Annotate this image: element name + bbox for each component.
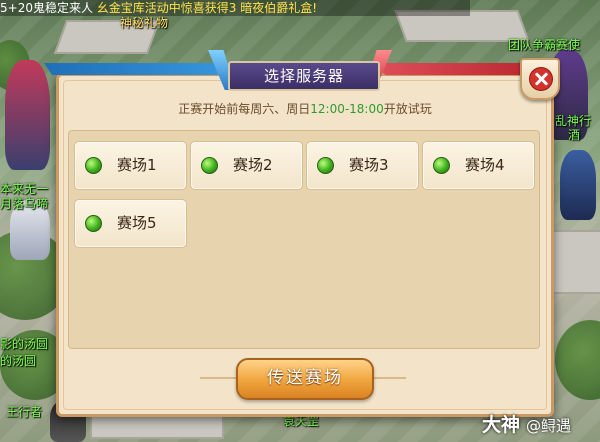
notice-time: 12:00-18:00 xyxy=(310,102,384,116)
ticker-event-2: 暗夜伯爵礼盒! xyxy=(240,1,318,15)
server-label: 赛场2 xyxy=(233,156,273,174)
player-name: 王行者 xyxy=(6,405,43,419)
player-character[interactable] xyxy=(560,150,596,220)
status-online-icon xyxy=(433,157,450,174)
player-character[interactable] xyxy=(5,60,50,170)
server-label: 赛场4 xyxy=(465,156,505,174)
status-online-icon xyxy=(85,157,102,174)
server-label: 赛场3 xyxy=(349,156,389,174)
watermark-brand: 大神 xyxy=(482,414,521,436)
close-button[interactable] xyxy=(520,58,560,100)
server-option-1[interactable]: 赛场1 xyxy=(74,141,187,190)
watermark: 大神 @鲟遇 xyxy=(482,410,571,437)
title-banner-right xyxy=(372,63,542,75)
schedule-notice: 正赛开始前每周六、周日12:00-18:00开放试玩 xyxy=(56,100,554,117)
button-ornament-left xyxy=(200,377,236,379)
notice-prefix: 正赛开始前每周六、周日 xyxy=(178,102,311,116)
title-banner-left xyxy=(44,63,244,75)
button-ornament-right xyxy=(370,377,406,379)
server-option-3[interactable]: 赛场3 xyxy=(306,141,419,190)
server-option-4[interactable]: 赛场4 xyxy=(422,141,535,190)
watermark-handle: @鲟遇 xyxy=(526,417,572,435)
notice-suffix: 开放试玩 xyxy=(383,102,432,116)
dialog-title: 选择服务器 xyxy=(228,61,380,91)
status-online-icon xyxy=(201,157,218,174)
server-option-2[interactable]: 赛场2 xyxy=(190,141,303,190)
status-online-icon xyxy=(317,157,334,174)
npc-name: 酒 xyxy=(568,128,581,142)
player-name: 月落乌啼 xyxy=(0,197,49,211)
server-label: 赛场1 xyxy=(117,156,157,174)
world-ticker: 5+20鬼稳定来人 幺金宝库活动中惊喜获得3 暗夜伯爵礼盒! xyxy=(0,0,470,16)
teleport-button[interactable]: 传送赛场 xyxy=(236,358,374,400)
server-option-5[interactable]: 赛场5 xyxy=(74,199,187,248)
status-online-icon xyxy=(85,215,102,232)
ticker-text: 5+20鬼稳定来人 xyxy=(0,1,93,15)
player-name: 的汤圆 xyxy=(0,354,37,368)
player-name: 影的汤圆 xyxy=(0,337,49,351)
npc-name: 神秘礼物 xyxy=(120,16,169,30)
server-label: 赛场5 xyxy=(117,214,157,232)
close-x-icon xyxy=(529,67,553,91)
ticker-event: 幺金宝库活动中惊喜获得3 xyxy=(96,1,237,15)
npc-name: 团队争霸赛使 xyxy=(508,38,581,52)
